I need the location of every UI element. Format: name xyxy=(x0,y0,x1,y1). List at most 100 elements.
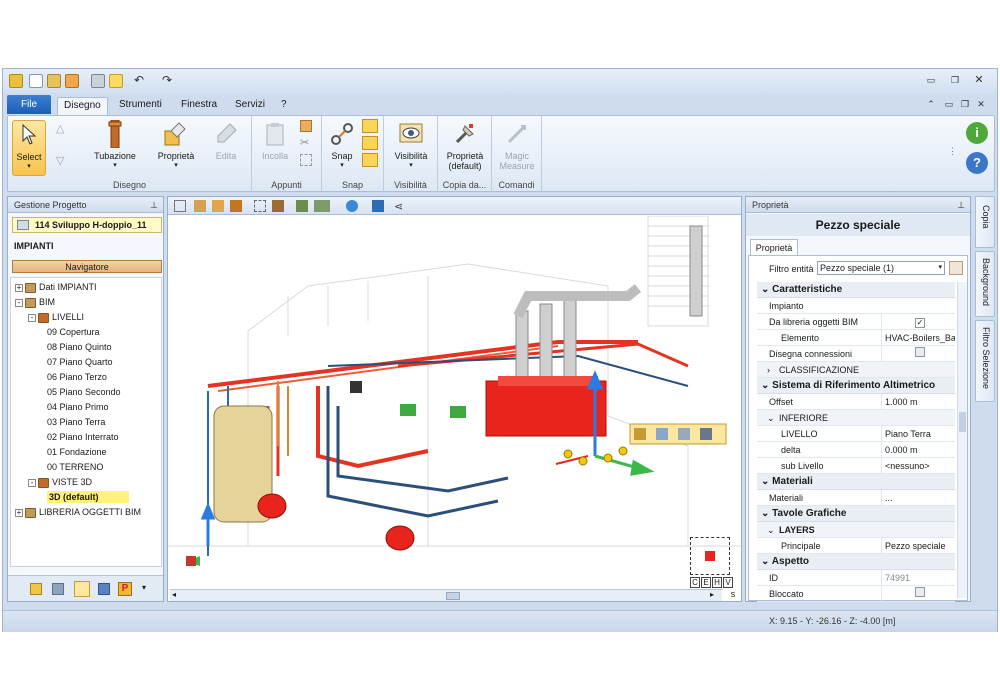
view-face-button[interactable]: H xyxy=(712,577,722,588)
help-icon[interactable]: ? xyxy=(966,152,988,174)
property-value[interactable]: ✓ xyxy=(881,314,955,330)
property-row[interactable]: sub Livello <nessuno> xyxy=(757,458,955,474)
tool-icon-2[interactable] xyxy=(52,583,64,595)
property-value[interactable]: 74991 xyxy=(881,570,955,586)
scroll-up-icon[interactable]: △ xyxy=(56,122,64,135)
tree-item[interactable]: + Dati IMPIANTI xyxy=(15,280,97,295)
property-row[interactable]: Materiali... xyxy=(757,490,955,506)
property-value[interactable]: 1.000 m xyxy=(881,394,955,410)
properties-scrollbar[interactable] xyxy=(957,282,967,598)
render-icon[interactable] xyxy=(346,200,358,212)
property-row[interactable]: Disegna connessioni xyxy=(757,346,955,362)
pin-icon[interactable]: ⊥ xyxy=(150,197,158,213)
view-tool-3-icon[interactable] xyxy=(212,200,224,212)
property-value[interactable]: Pezzo speciale xyxy=(881,538,955,554)
snap-button[interactable]: Snap ▾ xyxy=(326,120,358,169)
snap-mid-icon[interactable] xyxy=(362,136,378,150)
scroll-down-icon[interactable]: ▽ xyxy=(56,154,64,167)
select-icon[interactable] xyxy=(109,74,123,88)
zoom-extents-icon[interactable] xyxy=(272,200,284,212)
tree-item[interactable]: 05 Piano Secondo xyxy=(41,385,121,400)
property-category[interactable]: ⌄ Aspetto xyxy=(757,554,955,570)
viewport[interactable]: ⋖ C E H V ◂ ▸ s xyxy=(167,196,742,602)
side-tab-filtro-selezione[interactable]: Filtro Selezione xyxy=(975,320,995,402)
filter-edit-icon[interactable] xyxy=(949,261,963,275)
tree-item[interactable]: 06 Piano Terzo xyxy=(41,370,107,385)
view-face-button[interactable]: C xyxy=(690,577,700,588)
view-tool-4-icon[interactable] xyxy=(230,200,242,212)
close-icon[interactable]: ✕ xyxy=(973,75,985,86)
proprieta-button[interactable]: Proprietà ▾ xyxy=(152,120,200,169)
view-tool-7-icon[interactable] xyxy=(296,200,308,212)
visibilita-button[interactable]: Visibilità ▾ xyxy=(387,120,435,169)
property-category[interactable]: ⌄ Materiali xyxy=(757,474,955,490)
tree-item[interactable]: 04 Piano Primo xyxy=(41,400,109,415)
collapse-ribbon-icon[interactable]: ⌃ xyxy=(925,99,937,109)
tool-icon-1[interactable] xyxy=(30,583,42,595)
share-icon[interactable]: ⋖ xyxy=(394,200,403,213)
expander-icon[interactable]: + xyxy=(15,283,23,292)
properties-scroll-thumb[interactable] xyxy=(959,412,966,432)
ribbon-options-icon[interactable]: ⋮ xyxy=(948,146,957,157)
doc-minimize-icon[interactable]: ▭ xyxy=(943,99,955,109)
view-face-button[interactable]: V xyxy=(723,577,733,588)
paste-special-icon[interactable] xyxy=(300,154,312,166)
navigator-button[interactable]: Navigatore xyxy=(12,260,162,273)
expander-icon[interactable]: + xyxy=(15,508,23,517)
view-face-button[interactable]: E xyxy=(701,577,711,588)
tree-item[interactable]: 07 Piano Quarto xyxy=(41,355,113,370)
filter-select[interactable]: Pezzo speciale (1) ▾ xyxy=(817,261,945,275)
property-value[interactable]: 0.000 m xyxy=(881,442,955,458)
new-icon[interactable] xyxy=(29,74,43,88)
checkbox[interactable] xyxy=(915,587,925,597)
scroll-thumb[interactable] xyxy=(446,592,460,600)
property-value[interactable] xyxy=(881,586,955,602)
print-icon[interactable] xyxy=(91,74,105,88)
tree-item[interactable]: + LIBRERIA OGGETTI BIM xyxy=(15,505,141,520)
minimize-icon[interactable]: ▭ xyxy=(925,75,937,85)
side-tab-copia[interactable]: Copia xyxy=(975,196,995,248)
tree-item[interactable]: 00 TERRENO xyxy=(41,460,103,475)
tree-item[interactable]: 03 Piano Terra xyxy=(41,415,105,430)
select-button[interactable]: Select ▾ xyxy=(12,120,46,176)
expander-icon[interactable]: - xyxy=(15,298,23,307)
magic-measure-button[interactable]: Magic Measure xyxy=(494,120,540,171)
proprieta-default-button[interactable]: Proprietà (default) xyxy=(441,120,489,171)
toolbar-dropdown-icon[interactable]: ▾ xyxy=(142,583,146,592)
property-value[interactable]: <nessuno> xyxy=(881,458,955,474)
view-tool-8-icon[interactable] xyxy=(314,200,330,212)
tab-proprieta[interactable]: Proprietà xyxy=(750,239,798,256)
property-category[interactable]: ⌄ Caratteristiche xyxy=(757,282,955,298)
property-row[interactable]: Da libreria oggetti BIM ✓ xyxy=(757,314,955,330)
tree-item[interactable]: 3D (default) xyxy=(41,490,129,505)
expander-icon[interactable]: - xyxy=(28,478,36,487)
property-row[interactable]: Principale Pezzo speciale xyxy=(757,538,955,554)
model-canvas[interactable] xyxy=(168,216,741,583)
doc-close-icon[interactable]: ✕ xyxy=(975,99,987,109)
tab-finestra[interactable]: Finestra xyxy=(175,97,223,115)
snap-end-icon[interactable] xyxy=(362,119,378,133)
property-category[interactable]: ⌄ Sistema di Riferimento Altimetrico xyxy=(757,378,955,394)
scroll-left-icon[interactable]: ◂ xyxy=(172,590,176,599)
tab-file[interactable]: File xyxy=(7,95,51,114)
tab-help[interactable]: ? xyxy=(275,97,293,115)
snap-grid-icon[interactable] xyxy=(362,153,378,167)
tree-item[interactable]: - VISTE 3D xyxy=(28,475,92,490)
tab-disegno[interactable]: Disegno xyxy=(57,97,108,115)
copy-icon[interactable] xyxy=(300,120,312,132)
tab-strumenti[interactable]: Strumenti xyxy=(113,97,168,115)
tree-item[interactable]: 09 Copertura xyxy=(41,325,100,340)
doc-restore-icon[interactable]: ❐ xyxy=(959,99,971,109)
redo-icon[interactable]: ↷ xyxy=(161,74,173,86)
property-value[interactable]: ... xyxy=(881,490,955,506)
tree-item[interactable]: 02 Piano Interrato xyxy=(41,430,119,445)
property-row[interactable]: Bloccato xyxy=(757,586,955,602)
properties-pin-icon[interactable]: ⊥ xyxy=(957,197,965,213)
property-value[interactable]: Piano Terra xyxy=(881,426,955,442)
property-row[interactable]: Elemento HVAC-Boilers_Baxi_ xyxy=(757,330,955,346)
property-row[interactable]: ID 74991 xyxy=(757,570,955,586)
property-row[interactable]: ⌄ INFERIORE xyxy=(757,410,955,426)
app-icon[interactable] xyxy=(9,74,23,88)
view-cube[interactable] xyxy=(690,537,730,575)
property-row[interactable]: delta 0.000 m xyxy=(757,442,955,458)
